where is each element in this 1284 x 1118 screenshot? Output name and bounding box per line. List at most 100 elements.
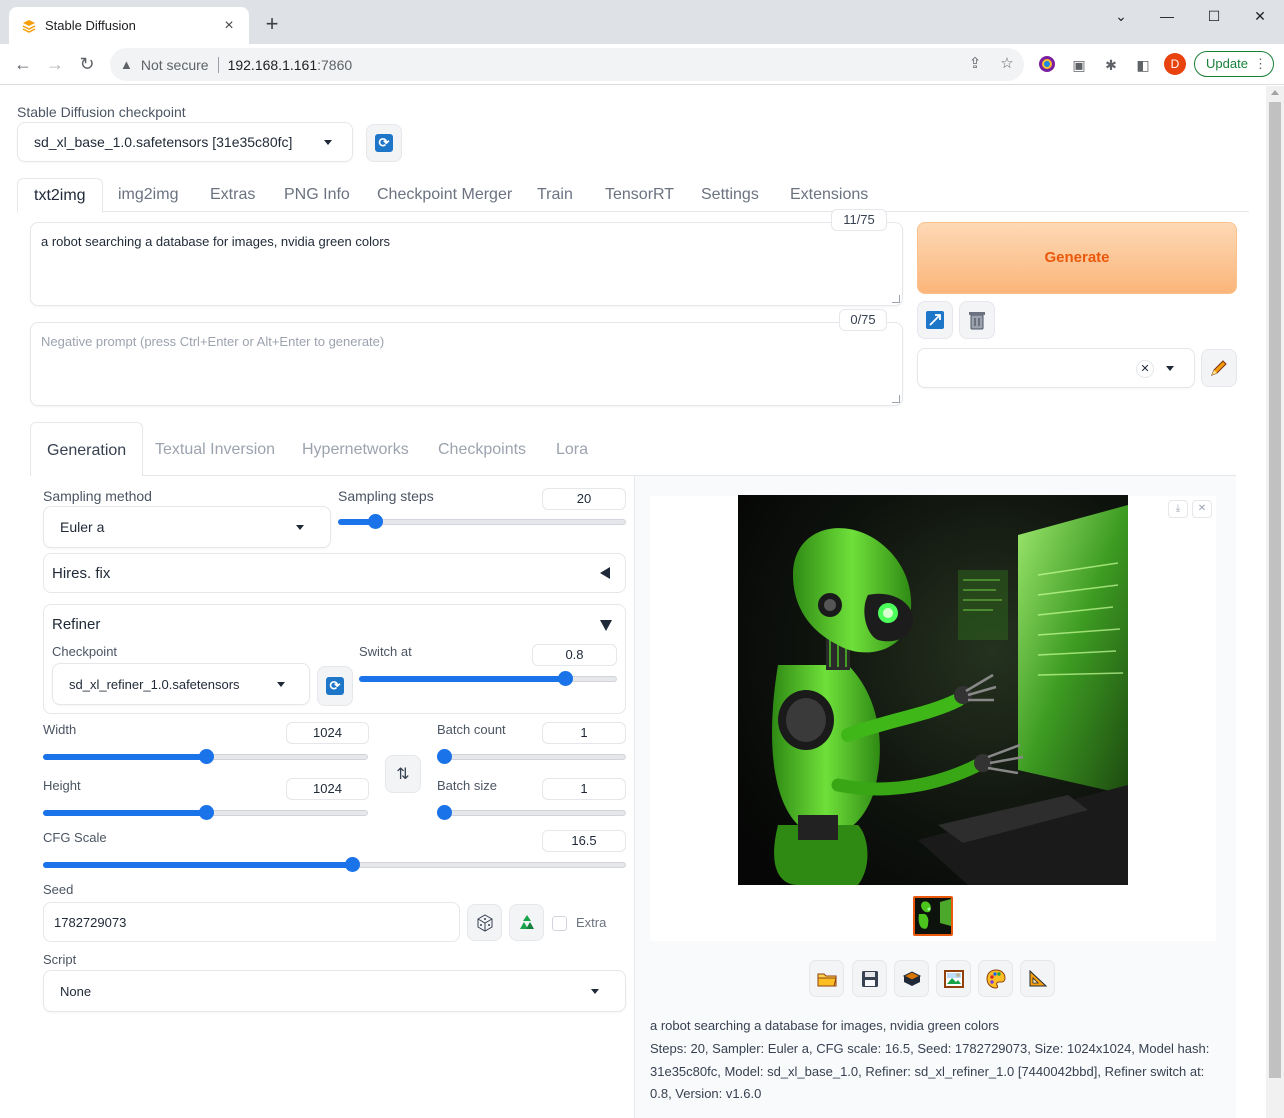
slider-handle[interactable] — [199, 805, 214, 820]
prompt-textarea[interactable]: a robot searching a database for images,… — [30, 222, 903, 306]
picture-icon — [943, 969, 964, 988]
tab-checkpoints[interactable]: Checkpoints — [422, 422, 542, 477]
refresh-checkpoint-button[interactable]: ⟳ — [366, 124, 402, 162]
slider-fill — [359, 676, 565, 682]
height-slider[interactable] — [43, 805, 368, 820]
color-picker-extension-icon[interactable] — [1037, 55, 1057, 75]
tab-textual-inversion[interactable]: Textual Inversion — [139, 422, 291, 477]
zip-button[interactable] — [894, 960, 929, 997]
sampling-steps-input[interactable]: 20 — [542, 488, 626, 510]
width-input[interactable]: 1024 — [286, 722, 369, 744]
download-icon[interactable]: ⤓ — [1168, 500, 1188, 518]
save-button[interactable] — [852, 960, 887, 997]
browser-tab[interactable]: Stable Diffusion × — [9, 7, 249, 44]
sampling-method-dropdown[interactable]: Euler a — [43, 506, 331, 548]
tab-tensorrt[interactable]: TensorRT — [589, 178, 690, 213]
negative-prompt-textarea[interactable]: Negative prompt (press Ctrl+Enter or Alt… — [30, 322, 903, 406]
tab-generation[interactable]: Generation — [30, 422, 144, 477]
refresh-refiner-button[interactable]: ⟳ — [317, 666, 353, 706]
cfg-scale-slider[interactable] — [43, 857, 626, 872]
tab-txt2img[interactable]: txt2img — [17, 178, 103, 213]
close-tab-icon[interactable]: × — [221, 17, 237, 34]
tab-img2img[interactable]: img2img — [102, 178, 194, 213]
swap-arrows-icon: ⇅ — [396, 766, 410, 783]
reuse-seed-button[interactable] — [509, 904, 544, 941]
tab-checkpoint-merger[interactable]: Checkpoint Merger — [361, 178, 528, 213]
back-arrow-icon[interactable]: ← — [11, 52, 35, 76]
switch-at-input[interactable]: 0.8 — [532, 644, 617, 666]
palette-icon — [985, 968, 1006, 989]
batch-size-slider[interactable] — [437, 805, 626, 820]
address-bar[interactable]: ▲ Not secure 192.168.1.161:7860 — [110, 48, 1024, 81]
slider-handle[interactable] — [199, 749, 214, 764]
tab-hypernetworks[interactable]: Hypernetworks — [286, 422, 425, 477]
share-icon[interactable]: ⇪ — [966, 55, 984, 73]
tab-png-info[interactable]: PNG Info — [268, 178, 366, 213]
seed-input[interactable]: 1782729073 — [43, 902, 460, 942]
tab-extensions[interactable]: Extensions — [774, 178, 884, 213]
edit-styles-button[interactable] — [1201, 349, 1237, 387]
seed-label: Seed — [43, 882, 74, 897]
read-params-button[interactable] — [917, 301, 953, 339]
generate-button[interactable]: Generate — [917, 222, 1237, 294]
divider — [217, 56, 219, 73]
sampling-steps-slider[interactable] — [338, 514, 626, 529]
forward-arrow-icon[interactable]: → — [43, 52, 67, 76]
switch-at-slider[interactable] — [359, 671, 617, 686]
generated-robot-image[interactable] — [738, 495, 1128, 885]
slider-handle[interactable] — [558, 671, 573, 686]
hires-fix-label: Hires. fix — [52, 565, 111, 582]
tab-train[interactable]: Train — [521, 178, 589, 213]
resize-handle-icon[interactable] — [892, 395, 900, 403]
tab-lora[interactable]: Lora — [540, 422, 604, 477]
bookmark-star-icon[interactable]: ☆ — [998, 55, 1016, 73]
clear-style-icon[interactable]: ✕ — [1136, 360, 1154, 378]
tab-extras[interactable]: Extras — [194, 178, 271, 213]
slider-handle[interactable] — [345, 857, 360, 872]
cfg-scale-input[interactable]: 16.5 — [542, 830, 626, 852]
swap-dimensions-button[interactable]: ⇅ — [385, 755, 421, 793]
send-to-inpaint-button[interactable] — [978, 960, 1013, 997]
close-preview-icon[interactable]: ✕ — [1192, 500, 1212, 518]
hires-fix-accordion[interactable]: Hires. fix — [43, 553, 626, 593]
profile-avatar[interactable]: D — [1164, 53, 1186, 75]
scrollbar-thumb[interactable] — [1269, 102, 1281, 1078]
extra-seed-checkbox[interactable] — [552, 916, 567, 931]
save-disk-icon — [861, 970, 878, 987]
script-dropdown[interactable]: None — [43, 970, 626, 1012]
checkpoint-dropdown[interactable]: sd_xl_base_1.0.safetensors [31e35c80fc] — [17, 122, 353, 162]
resize-handle-icon[interactable] — [892, 295, 900, 303]
new-tab-icon[interactable]: + — [260, 12, 284, 36]
extension-icon[interactable]: ▣ — [1069, 55, 1089, 75]
minimize-icon[interactable]: — — [1155, 4, 1179, 28]
slider-handle[interactable] — [437, 805, 452, 820]
send-to-img2img-button[interactable] — [936, 960, 971, 997]
maximize-icon[interactable]: ☐ — [1202, 4, 1226, 28]
expand-arrow-icon — [600, 620, 612, 631]
puzzle-extensions-icon[interactable]: ✱ — [1101, 55, 1121, 75]
scroll-up-icon[interactable] — [1271, 90, 1279, 95]
batch-size-input[interactable]: 1 — [542, 778, 626, 800]
styles-dropdown[interactable]: ✕ — [917, 348, 1195, 388]
batch-count-input[interactable]: 1 — [542, 722, 626, 744]
window-close-icon[interactable]: ✕ — [1248, 4, 1272, 28]
send-to-extras-button[interactable] — [1020, 960, 1055, 997]
thumbnail-robot-image — [915, 898, 951, 934]
random-seed-button[interactable] — [467, 904, 502, 941]
sampling-steps-label: Sampling steps — [338, 488, 434, 504]
tab-settings[interactable]: Settings — [685, 178, 775, 213]
batch-count-slider[interactable] — [437, 749, 626, 764]
reload-icon[interactable]: ↻ — [75, 52, 99, 76]
gallery-thumbnail[interactable] — [913, 896, 953, 936]
open-folder-button[interactable] — [809, 960, 844, 997]
chevron-down-icon[interactable]: ⌄ — [1109, 4, 1133, 28]
width-slider[interactable] — [43, 749, 368, 764]
slider-handle[interactable] — [437, 749, 452, 764]
side-panel-icon[interactable]: ◧ — [1133, 55, 1153, 75]
clear-prompt-button[interactable] — [959, 301, 995, 339]
height-input[interactable]: 1024 — [286, 778, 369, 800]
slider-handle[interactable] — [368, 514, 383, 529]
refiner-checkpoint-dropdown[interactable]: sd_xl_refiner_1.0.safetensors — [52, 663, 310, 705]
update-button[interactable]: Update — [1194, 51, 1274, 77]
page-scrollbar[interactable] — [1266, 86, 1284, 1118]
